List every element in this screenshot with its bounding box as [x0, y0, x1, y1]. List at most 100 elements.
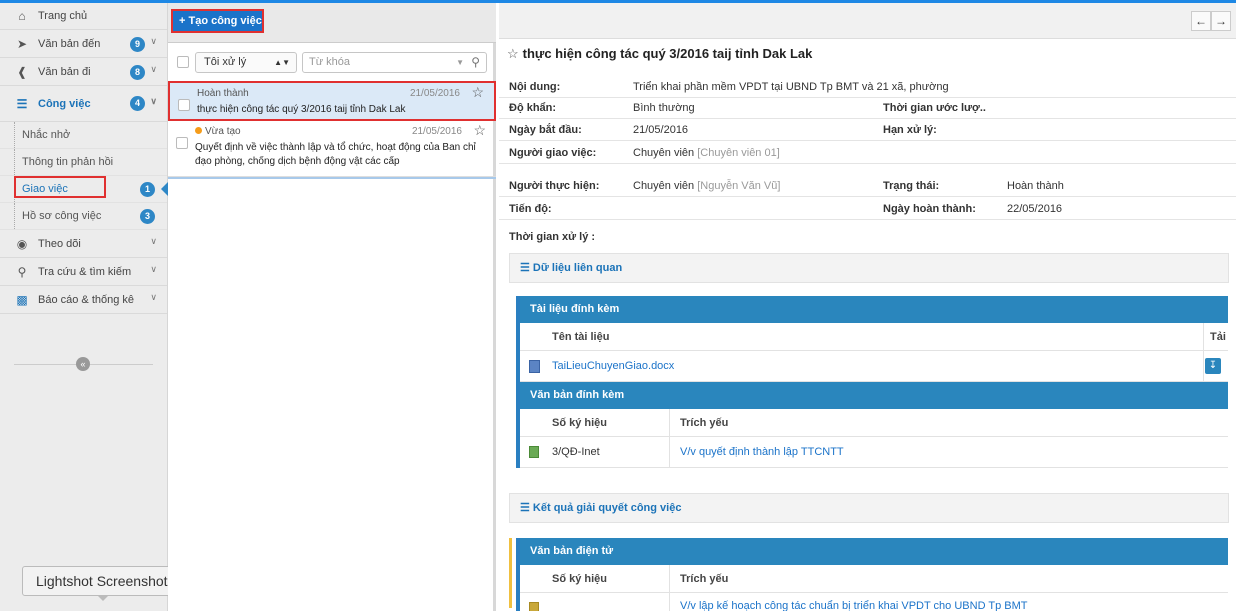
column-header: Tải: [1210, 331, 1226, 343]
dropdown-icon[interactable]: ▼: [456, 53, 464, 72]
sidebar-subitem-task-files[interactable]: Hồ sơ công việc 3: [0, 203, 167, 230]
tree-line: [14, 203, 15, 229]
info-row-content: Nội dung: Triển khai phần mềm VPDT tại U…: [499, 77, 1236, 98]
attachments-columns: Tên tài liệu Tải: [520, 323, 1228, 351]
attachment-link[interactable]: TaiLieuChuyenGiao.docx: [552, 360, 674, 372]
tree-line: [14, 122, 15, 148]
sidebar-item-label: Văn bản đi: [38, 65, 91, 78]
task-detail-panel: ← → ☆ thực hiện công tác quý 3/2016 taij …: [499, 3, 1236, 611]
field-label: Ngày bắt đầu:: [509, 124, 582, 136]
field-label: Nội dung:: [509, 81, 561, 93]
divider: [669, 409, 670, 436]
person-text: [Nguyễn Văn Vũ]: [697, 180, 781, 192]
sidebar-item-label: Tra cứu & tìm kiếm: [38, 265, 132, 278]
field-value: Hoàn thành: [1007, 180, 1064, 192]
sidebar: ⌂ Trang chủ ➤ Văn bản đến 9 ∨ ❰ Văn bản …: [0, 3, 168, 611]
search-placeholder: Từ khóa: [309, 56, 350, 68]
star-icon[interactable]: ☆: [507, 46, 519, 61]
list-item[interactable]: Hoàn thành 21/05/2016 ☆ thực hiện công t…: [168, 81, 496, 121]
list-icon: ☰: [520, 262, 533, 274]
filter-select[interactable]: Tôi xử lý ▲▼: [195, 52, 297, 73]
task-title: thực hiện công tác quý 3/2016 taij tỉnh …: [197, 104, 406, 115]
result-tables: Văn bản điện tử Số ký hiệu Trích yếu V/v…: [516, 538, 1228, 611]
doc-summary-link[interactable]: V/v lập kế hoạch công tác chuẩn bị triển…: [680, 600, 1027, 611]
search-icon[interactable]: ⚲: [471, 53, 480, 72]
info-row-urgency: Độ khẩn: Bình thường Thời gian ước lượ..: [499, 98, 1236, 119]
field-label: Ngày hoàn thành:: [883, 203, 976, 215]
field-label: Thời gian xử lý :: [509, 231, 596, 243]
collapse-sidebar-icon[interactable]: «: [76, 357, 90, 371]
e-docs-header: Văn bản điện tử: [520, 538, 1228, 565]
home-icon: ⌂: [18, 9, 26, 23]
chevron-down-icon: ∨: [150, 236, 157, 246]
sidebar-item-reports[interactable]: ▩ Báo cáo & thống kê ∨: [0, 286, 167, 314]
row-checkbox[interactable]: [176, 137, 188, 149]
person-text: [Chuyên viên 01]: [697, 147, 780, 159]
arrow-left-icon[interactable]: ←: [1191, 11, 1211, 31]
field-label: Người thực hiện:: [509, 180, 600, 192]
sidebar-item-label: Báo cáo & thống kê: [38, 293, 135, 306]
field-label: Thời gian ước lượ..: [883, 102, 986, 114]
count-badge: 3: [140, 209, 155, 224]
count-badge: 8: [130, 65, 145, 80]
list-icon: ☰: [16, 96, 28, 111]
search-input[interactable]: Từ khóa ▼ ⚲: [302, 52, 487, 73]
detail-toolbar: ← →: [499, 3, 1236, 39]
info-row-assigner: Người giao việc: Chuyên viên [Chuyên viê…: [499, 143, 1236, 164]
search-icon: ⚲: [17, 264, 27, 279]
sidebar-subitem-reminders[interactable]: Nhắc nhở: [0, 122, 167, 149]
doc-summary-link[interactable]: V/v quyết định thành lập TTCNTT: [680, 446, 844, 458]
divider: [669, 593, 670, 611]
sidebar-item-incoming[interactable]: ➤ Văn bản đến 9 ∨: [0, 30, 167, 58]
attached-docs-columns: Số ký hiệu Trích yếu: [520, 409, 1228, 437]
sidebar-subitem-feedback[interactable]: Thông tin phản hồi: [0, 149, 167, 176]
sidebar-item-label: Theo dõi: [38, 237, 81, 250]
field-label: Hạn xử lý:: [883, 124, 937, 136]
related-data-header[interactable]: ☰ Dữ liệu liên quan: [509, 253, 1229, 283]
divider: [669, 565, 670, 592]
sidebar-subitem-label: Thông tin phản hồi: [22, 156, 114, 168]
tree-line: [14, 149, 15, 175]
field-value: Chuyên viên [Chuyên viên 01]: [633, 147, 780, 159]
role-text: Chuyên viên: [633, 180, 695, 192]
section-title: Kết quả giải quyết công việc: [532, 502, 682, 514]
task-date: 21/05/2016: [411, 126, 462, 137]
sidebar-item-tasks[interactable]: ☰ Công việc 4 ∨: [0, 86, 167, 122]
nav-buttons: ← →: [1191, 11, 1231, 31]
chevron-down-icon: ∨: [150, 96, 157, 106]
sidebar-subitem-assign[interactable]: Giao việc 1: [0, 176, 168, 203]
row-checkbox[interactable]: [178, 99, 190, 111]
task-date: 21/05/2016: [409, 88, 460, 99]
create-task-button[interactable]: + Tạo công việc: [171, 9, 264, 33]
sidebar-item-outgoing[interactable]: ❰ Văn bản đi 8 ∨: [0, 58, 167, 86]
field-value: 21/05/2016: [633, 124, 689, 136]
word-file-icon: [529, 360, 540, 373]
highlight-box: [14, 176, 106, 198]
star-icon[interactable]: ☆: [471, 84, 484, 101]
attachments-header: Tài liệu đính kèm: [520, 296, 1228, 323]
download-icon[interactable]: ↧: [1205, 358, 1221, 374]
column-header: Tên tài liệu: [552, 331, 610, 343]
new-dot-icon: [195, 127, 202, 134]
filter-value: Tôi xử lý: [204, 56, 247, 68]
sidebar-item-home[interactable]: ⌂ Trang chủ: [0, 3, 167, 30]
table-row: V/v lập kế hoạch công tác chuẩn bị triển…: [520, 593, 1228, 611]
sidebar-item-search[interactable]: ⚲ Tra cứu & tìm kiếm ∨: [0, 258, 167, 286]
select-all-checkbox[interactable]: [177, 56, 189, 68]
column-header: Trích yếu: [680, 417, 729, 429]
task-result-header[interactable]: ☰ Kết quả giải quyết công việc: [509, 493, 1229, 523]
select-arrows-icon: ▲▼: [274, 58, 290, 67]
sidebar-item-follow[interactable]: ◉ Theo dõi ∨: [0, 230, 167, 258]
count-badge: 9: [130, 37, 145, 52]
list-item[interactable]: Vừa tạo 21/05/2016 ☆ Quyết định về việc …: [168, 121, 496, 177]
arrow-right-icon[interactable]: →: [1211, 11, 1231, 31]
sidebar-item-label: Văn bản đến: [38, 37, 101, 50]
title-text: thực hiện công tác quý 3/2016 taij tỉnh …: [522, 46, 813, 61]
sidebar-item-label: Trang chủ: [38, 10, 88, 22]
table-row: 3/QĐ-Inet V/v quyết định thành lập TTCNT…: [520, 437, 1228, 468]
column-header: Trích yếu: [680, 573, 729, 585]
field-value: 22/05/2016: [1007, 203, 1063, 215]
star-icon[interactable]: ☆: [473, 122, 486, 139]
list-icon: ☰: [520, 502, 533, 514]
info-row-assignee: Người thực hiện: Chuyên viên [Nguyễn Văn…: [499, 176, 1236, 197]
